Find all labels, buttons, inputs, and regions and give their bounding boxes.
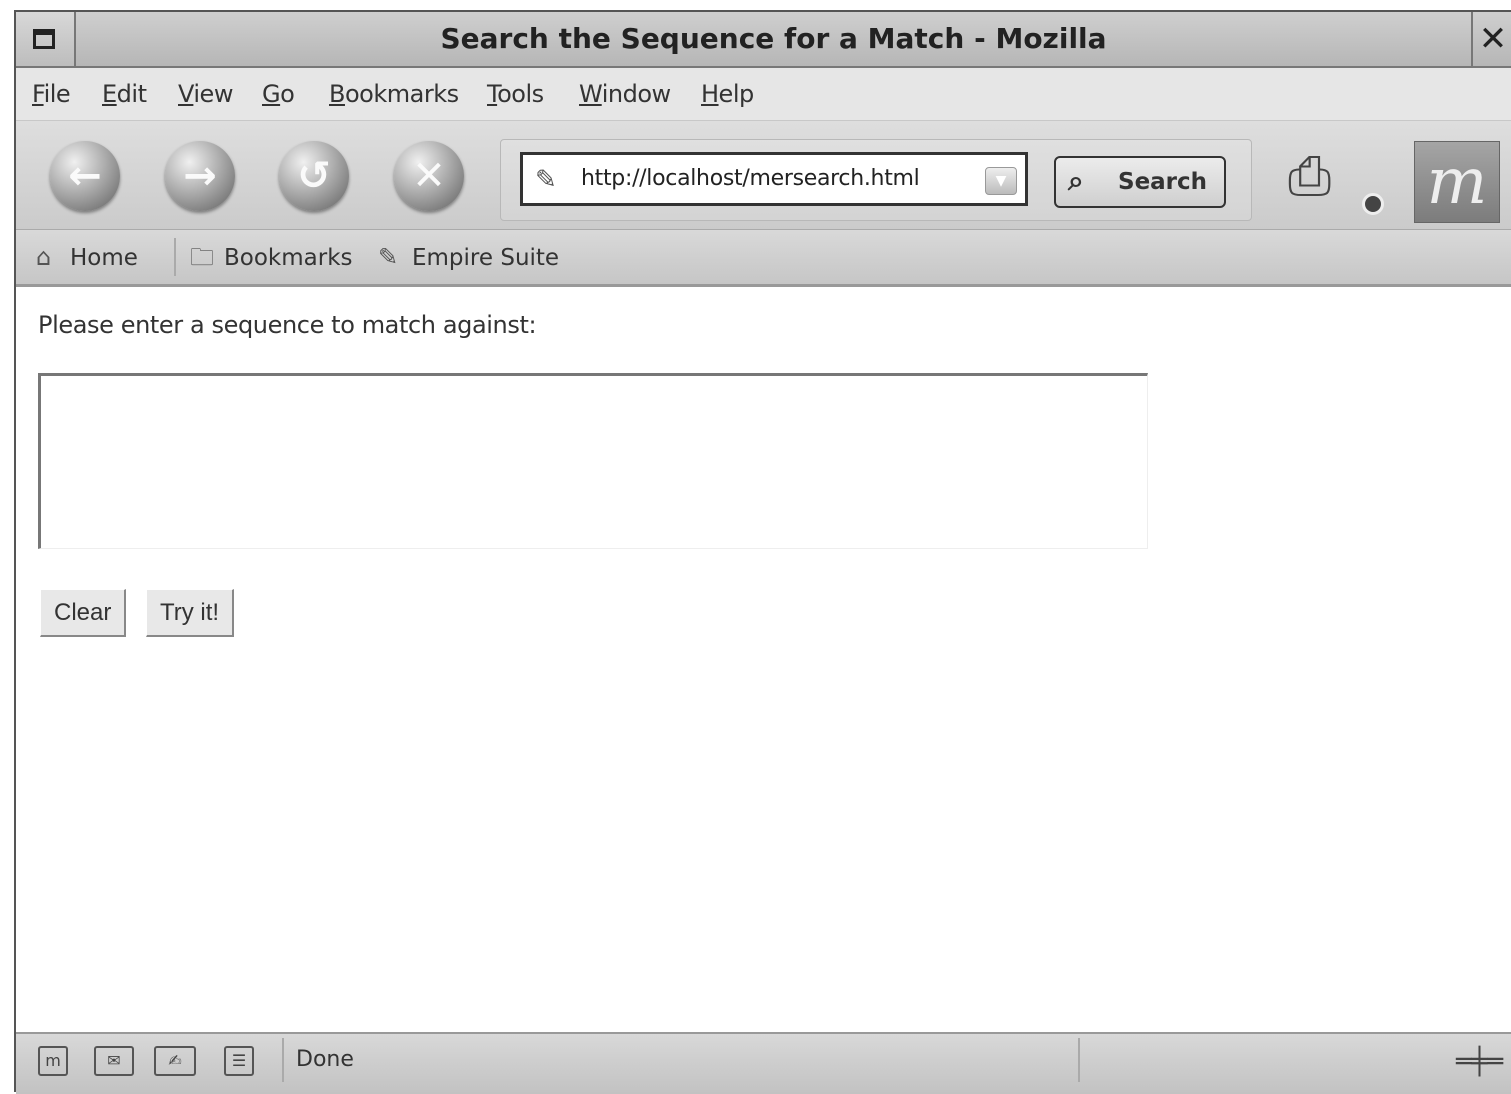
- sequence-prompt: Please enter a sequence to match against…: [38, 311, 537, 339]
- print-button[interactable]: ⎙: [1288, 141, 1368, 211]
- window-menu-button[interactable]: [16, 12, 76, 66]
- personal-toolbar: ⌂ Home 🗀 Bookmarks ✎ Empire Suite: [16, 230, 1511, 287]
- home-button[interactable]: ⌂ Home: [36, 230, 138, 284]
- menu-view[interactable]: View: [178, 68, 233, 120]
- title-bar: Search the Sequence for a Match - Mozill…: [16, 12, 1511, 68]
- sequence-input[interactable]: [38, 373, 1148, 549]
- menu-bookmarks[interactable]: Bookmarks: [329, 68, 459, 120]
- search-button-label: Search: [1118, 169, 1208, 195]
- printer-icon: ⎙: [1288, 144, 1332, 207]
- status-bar: m ✉ ✍ ☰ Done ═╪═: [16, 1032, 1511, 1094]
- reload-button[interactable]: ↺: [279, 141, 349, 211]
- menu-window[interactable]: Window: [579, 68, 671, 120]
- close-icon: ✕: [1478, 19, 1508, 59]
- empire-suite-label: Empire Suite: [412, 245, 560, 271]
- back-arrow-icon: ←: [68, 153, 102, 199]
- status-separator: [282, 1038, 284, 1082]
- menu-help[interactable]: Help: [701, 68, 754, 120]
- stop-icon: ✕: [412, 153, 446, 199]
- bookmarks-button[interactable]: 🗀 Bookmarks: [190, 230, 353, 284]
- bookmark-link-icon: ✎: [378, 243, 399, 271]
- address-book-icon[interactable]: ☰: [224, 1046, 254, 1076]
- back-button[interactable]: ←: [50, 141, 120, 211]
- window-icon: [33, 29, 55, 49]
- url-bar[interactable]: ✎ http://localhost/mersearch.html ▼: [520, 152, 1028, 206]
- url-text[interactable]: http://localhost/mersearch.html: [581, 155, 920, 203]
- empire-suite-link[interactable]: ✎ Empire Suite: [378, 230, 559, 284]
- menu-file[interactable]: File: [32, 68, 71, 120]
- toolbar-separator: [174, 238, 176, 276]
- menu-tools[interactable]: Tools: [487, 68, 544, 120]
- magnifier-icon: ⌕: [1068, 164, 1084, 197]
- print-dropdown-indicator[interactable]: [1362, 193, 1384, 215]
- menu-edit[interactable]: Edit: [102, 68, 147, 120]
- browser-window: Search the Sequence for a Match - Mozill…: [14, 10, 1511, 1094]
- mail-icon[interactable]: ✉: [94, 1046, 134, 1076]
- clear-button[interactable]: Clear: [40, 589, 127, 637]
- close-window-button[interactable]: ✕: [1471, 12, 1511, 66]
- stop-button[interactable]: ✕: [394, 141, 464, 211]
- forward-button[interactable]: →: [165, 141, 235, 211]
- chevron-down-icon: ▼: [995, 173, 1007, 189]
- search-button[interactable]: ⌕ Search: [1054, 156, 1226, 208]
- mozilla-logo-icon: m: [1426, 145, 1488, 219]
- home-icon: ⌂: [36, 243, 52, 271]
- reload-icon: ↺: [297, 153, 331, 199]
- online-status-icon[interactable]: ═╪═: [1456, 1040, 1503, 1084]
- forward-arrow-icon: →: [183, 153, 217, 199]
- try-it-button[interactable]: Try it!: [146, 589, 235, 637]
- mozilla-throbber[interactable]: m: [1414, 141, 1500, 223]
- home-label: Home: [70, 245, 138, 271]
- folder-icon: 🗀: [190, 243, 214, 271]
- page-content: Please enter a sequence to match against…: [16, 287, 1511, 1032]
- url-history-dropdown[interactable]: ▼: [985, 167, 1017, 195]
- composer-icon[interactable]: ✍: [154, 1046, 196, 1076]
- page-bookmark-icon: ✎: [535, 165, 557, 195]
- menu-bar: File Edit View Go Bookmarks Tools Window…: [16, 68, 1511, 121]
- menu-go[interactable]: Go: [262, 68, 295, 120]
- status-text: Done: [296, 1047, 354, 1072]
- navigation-toolbar: ← → ↺ ✕ ✎ http://localhost/mersearch.htm…: [16, 121, 1511, 230]
- status-separator: [1078, 1038, 1080, 1082]
- bookmarks-label: Bookmarks: [224, 245, 353, 271]
- navigator-icon[interactable]: m: [38, 1046, 68, 1076]
- window-title: Search the Sequence for a Match - Mozill…: [440, 22, 1107, 55]
